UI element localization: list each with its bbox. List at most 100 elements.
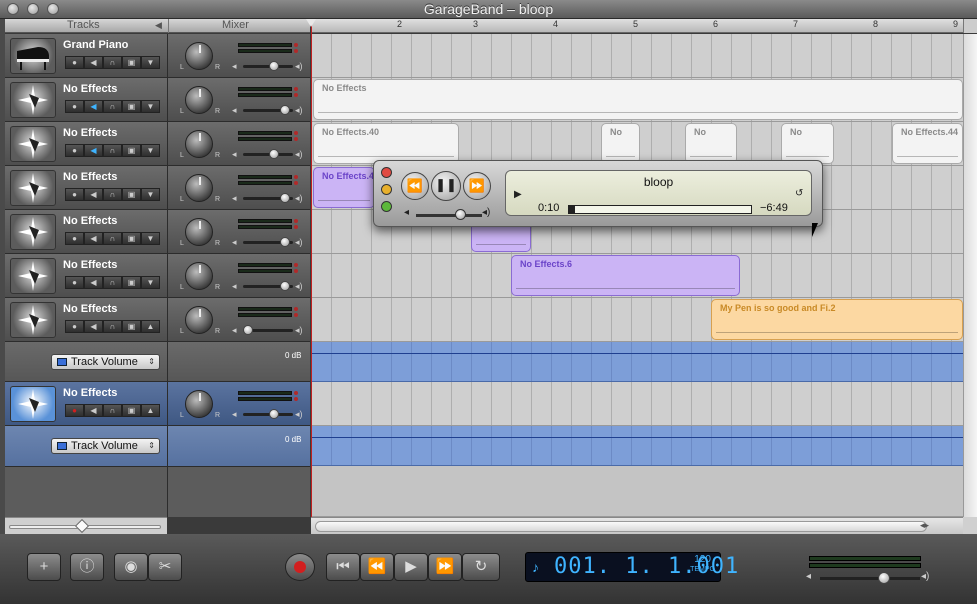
player-minimize-button[interactable] [381,184,392,195]
cycle-loop-button[interactable]: ↻ [462,553,500,581]
title-bar[interactable]: GarageBand – bloop [0,0,977,19]
solo-headphones-button[interactable]: ∩ [103,404,122,417]
editor-scissors-button[interactable]: ✂ [148,553,182,581]
audio-region[interactable]: My Pen is so good and Fi.2 [711,299,963,340]
mute-button[interactable]: ◀ [84,144,103,157]
track-name[interactable]: No Effects [63,387,117,399]
record-enable-button[interactable]: ● [65,232,84,245]
solo-headphones-button[interactable]: ∩ [103,56,122,69]
lock-button[interactable]: ▣ [122,56,141,69]
empty-lane[interactable] [311,466,963,517]
track-lane[interactable] [311,382,963,426]
pan-knob[interactable] [185,42,213,70]
player-loop-icon[interactable]: ↺ [795,188,803,199]
audio-region[interactable]: No Effects.4 [313,167,375,208]
lcd-time-display[interactable]: ♪ 001. 1. 1.001 120 TEMPO [525,552,738,582]
track-volume-thumb[interactable] [280,237,290,247]
timeline-ruler[interactable]: 2 3 4 5 6 7 8 9 [311,19,963,33]
audio-region[interactable]: No [781,123,834,164]
track-volume-thumb[interactable] [269,149,279,159]
track-name[interactable]: No Effects [63,127,117,139]
fast-forward-button[interactable]: ⏩ [428,553,462,581]
go-to-beginning-button[interactable]: ⏮ [326,553,360,581]
volume-automation-line[interactable] [311,353,963,354]
record-button[interactable] [285,553,315,581]
record-enable-button[interactable]: ● [65,188,84,201]
track-volume-slider[interactable] [243,413,293,416]
automation-toggle-button[interactable]: ▲ [141,320,160,333]
mute-button[interactable]: ◀ [84,100,103,113]
track-name[interactable]: No Effects [63,171,117,183]
volume-automation-line[interactable] [311,437,963,438]
automation-parameter-popup[interactable]: Track Volume ⇕ [51,354,160,370]
playhead-line[interactable] [311,19,312,517]
solo-headphones-button[interactable]: ∩ [103,144,122,157]
loop-browser-eye-button[interactable]: ◉ [114,553,148,581]
track-volume-thumb[interactable] [269,61,279,71]
mute-button[interactable]: ◀ [84,56,103,69]
record-enable-button[interactable]: ● [65,320,84,333]
pan-knob[interactable] [185,390,213,418]
player-fast-forward-button[interactable]: ⏩ [463,172,491,200]
track-info-button[interactable]: ⓘ [70,553,104,581]
play-button[interactable]: ▶ [394,553,428,581]
automation-toggle-button[interactable]: ▼ [141,188,160,201]
track-volume-thumb[interactable] [280,105,290,115]
track-name[interactable]: Grand Piano [63,39,128,51]
automation-toggle-button[interactable]: ▲ [141,404,160,417]
floating-player-window[interactable]: ⏪ ❚❚ ⏩ ◂ ◂) ▶ bloop ↺ 0:10 −6:49 [373,160,823,227]
track-header[interactable]: No Effects ● ◀ ∩ ▣ ▼ L R ◂ ◂) [5,166,310,210]
track-header[interactable]: No Effects ● ◀ ∩ ▣ ▼ L R ◂ ◂) [5,254,310,298]
pan-knob[interactable] [185,262,213,290]
track-volume-thumb[interactable] [243,325,253,335]
player-progress-thumb[interactable] [569,205,575,214]
record-enable-button[interactable]: ● [65,276,84,289]
audio-region[interactable]: No Effects.6 [511,255,740,296]
track-lane[interactable] [311,34,963,78]
automation-lane[interactable] [311,342,963,382]
pan-knob[interactable] [185,306,213,334]
vertical-scrollbar[interactable] [963,34,977,517]
master-volume-slider[interactable] [820,577,920,580]
track-volume-slider[interactable] [243,153,293,156]
mute-button[interactable]: ◀ [84,188,103,201]
mute-button[interactable]: ◀ [84,404,103,417]
automation-toggle-button[interactable]: ▼ [141,276,160,289]
track-header[interactable]: No Effects ● ◀ ∩ ▣ ▲ L R ◂ ◂) [5,298,310,342]
automation-toggle-button[interactable]: ▼ [141,56,160,69]
mute-button[interactable]: ◀ [84,276,103,289]
mute-button[interactable]: ◀ [84,232,103,245]
audio-region[interactable]: No Effects.40 [313,123,459,164]
solo-headphones-button[interactable]: ∩ [103,276,122,289]
master-volume-thumb[interactable] [878,572,890,584]
audio-region[interactable]: No [601,123,640,164]
automation-toggle-button[interactable]: ▼ [141,100,160,113]
automation-toggle-button[interactable]: ▼ [141,144,160,157]
tempo-display[interactable]: 120 TEMPO [690,555,715,575]
solo-headphones-button[interactable]: ∩ [103,100,122,113]
add-track-button[interactable]: + [27,553,61,581]
track-name[interactable]: No Effects [63,83,117,95]
audio-region[interactable]: No [685,123,737,164]
horizontal-scrollbar[interactable] [311,517,963,534]
player-play-small-icon[interactable]: ▶ [514,189,522,200]
lock-button[interactable]: ▣ [122,188,141,201]
track-volume-thumb[interactable] [269,409,279,419]
player-volume-slider[interactable] [416,214,482,217]
player-progress-bar[interactable] [568,205,752,214]
record-enable-button[interactable]: ● [65,404,84,417]
solo-headphones-button[interactable]: ∩ [103,232,122,245]
lock-button[interactable]: ▣ [122,144,141,157]
track-volume-thumb[interactable] [280,193,290,203]
pan-knob[interactable] [185,218,213,246]
automation-toggle-button[interactable]: ▼ [141,232,160,245]
track-name[interactable]: No Effects [63,259,117,271]
record-enable-button[interactable]: ● [65,144,84,157]
track-header[interactable]: Grand Piano ● ◀ ∩ ▣ ▼ L R ◂ ◂) [5,34,310,78]
solo-headphones-button[interactable]: ∩ [103,188,122,201]
lock-button[interactable]: ▣ [122,100,141,113]
lock-button[interactable]: ▣ [122,276,141,289]
rewind-button[interactable]: ⏪ [360,553,394,581]
record-enable-button[interactable]: ● [65,56,84,69]
player-volume-thumb[interactable] [455,209,466,220]
